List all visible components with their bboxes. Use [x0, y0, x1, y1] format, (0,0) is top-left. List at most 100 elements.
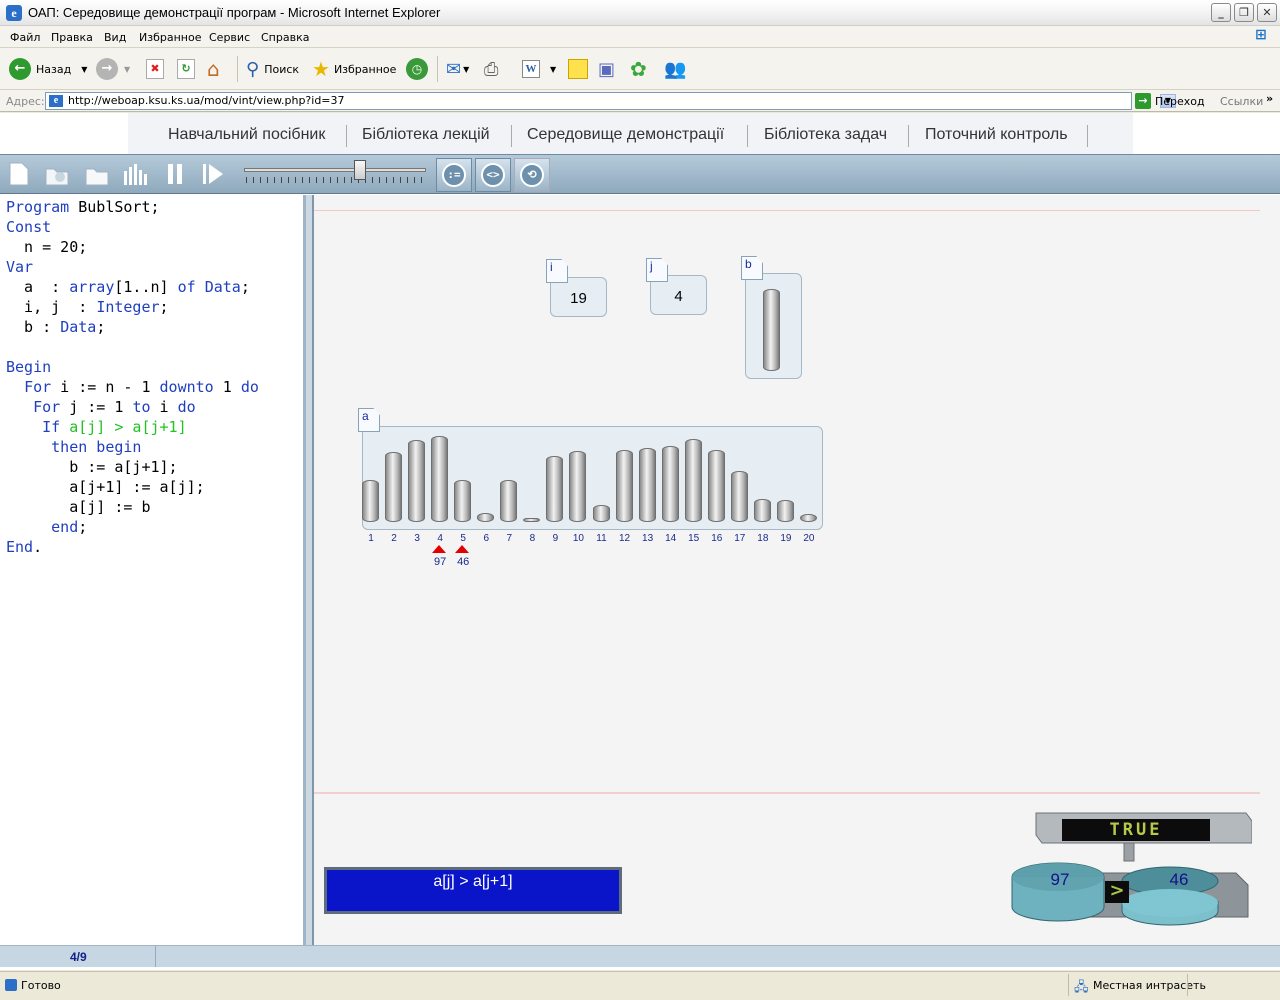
menu-favorites[interactable]: Избранное — [139, 31, 201, 44]
code-line: Program BublSort; — [6, 197, 160, 217]
speed-slider-ticks — [246, 177, 426, 183]
array-index-label: 11 — [596, 533, 607, 544]
browser-toolbar: ← Назад ▼ → ▼ ✖ ↻ ⌂ ⚲ Поиск ★ Избранное … — [0, 48, 1280, 90]
code-text: b := a[j+1]; — [6, 458, 178, 476]
status-divider — [1187, 974, 1188, 996]
dropdown-icon: ▼ — [550, 64, 557, 74]
nav-current-control[interactable]: Поточний контроль — [925, 126, 1068, 144]
back-arrow-icon: ← — [9, 58, 31, 80]
stop-button[interactable]: ✖ — [146, 57, 164, 81]
right-gutter — [1260, 195, 1280, 945]
menu-tools[interactable]: Сервис — [209, 31, 250, 44]
array-bar — [661, 446, 679, 522]
comparator-result: TRUE — [1109, 820, 1163, 840]
home-button[interactable]: ⌂ — [207, 57, 220, 81]
nav-tutorial[interactable]: Навчальний посібник — [168, 126, 325, 144]
array-index-label: 16 — [711, 533, 723, 544]
edit-button[interactable]: W ▼ — [522, 57, 556, 81]
condition-text: a[j] > a[j+1] — [433, 873, 513, 890]
status-divider — [1068, 974, 1069, 996]
new-file-icon[interactable] — [6, 161, 32, 187]
back-button[interactable]: ← Назад ▼ — [9, 57, 87, 81]
close-window-button[interactable]: ✕ — [1257, 3, 1277, 22]
status-ready: Готово — [21, 979, 61, 992]
search-icon: ⚲ — [246, 58, 260, 80]
array-index-label: 9 — [552, 533, 559, 544]
history-button[interactable]: ◷ — [406, 57, 428, 81]
nav-lectures[interactable]: Бібліотека лекцій — [362, 126, 490, 144]
comparator-left-value: 97 — [1050, 870, 1070, 889]
folder-icon[interactable] — [84, 161, 110, 187]
code-line: a : array[1..n] of Data; — [6, 277, 250, 297]
menu-file[interactable]: Файл — [10, 31, 40, 44]
messenger-button[interactable]: 👥 — [664, 57, 686, 81]
view-list-button[interactable]: := — [436, 158, 472, 192]
pointer-arrow — [455, 545, 470, 553]
pause-icon[interactable] — [162, 161, 188, 187]
minimize-button[interactable]: _ — [1211, 3, 1231, 22]
code-text: [1..n] — [114, 278, 178, 296]
array-bar — [707, 450, 725, 522]
array-index-label: 15 — [688, 533, 700, 544]
code-line: i, j : Integer; — [6, 297, 169, 317]
code-line: Begin — [6, 357, 51, 377]
array-index-label: 14 — [665, 533, 677, 544]
status-zone: Местная интрасеть — [1093, 979, 1206, 992]
code-text: a[j+1] := a[j]; — [6, 478, 205, 496]
code-keyword: array — [69, 278, 115, 296]
mail-button[interactable]: ✉ ▼ — [446, 57, 469, 81]
window-title-bar[interactable]: e ОАП: Середовище демонстрації програм -… — [0, 0, 1280, 26]
dropdown-icon: ▼ — [81, 64, 88, 74]
maximize-button[interactable]: ❐ — [1234, 3, 1254, 22]
array-bar — [569, 451, 587, 522]
view-code-button[interactable]: <> — [475, 158, 511, 192]
research-button[interactable]: ▣ — [598, 57, 615, 81]
code-text: n = 20; — [6, 238, 88, 256]
favorites-button[interactable]: ★ Избранное — [312, 57, 396, 81]
page-icon: e — [49, 95, 63, 107]
code-line: end; — [6, 517, 87, 537]
messenger-icon: 👥 — [664, 58, 687, 80]
page-content: Навчальний посібник Бібліотека лекцій Се… — [0, 113, 1280, 970]
go-button[interactable]: → Переход — [1135, 93, 1205, 109]
forward-button[interactable]: → ▼ — [96, 57, 130, 81]
nav-demo-environment[interactable]: Середовище демонстрації — [527, 126, 724, 144]
icq-button[interactable]: ✿ — [630, 57, 647, 81]
nav-tasks[interactable]: Бібліотека задач — [764, 126, 887, 144]
speed-slider-track[interactable] — [244, 168, 426, 172]
code-keyword: Begin — [6, 358, 52, 376]
array-bar — [431, 436, 449, 522]
step-counter: 4/9 — [70, 950, 87, 964]
code-keyword: do — [177, 398, 196, 416]
menu-edit[interactable]: Правка — [51, 31, 93, 44]
nav-separator — [747, 125, 748, 147]
links-button[interactable]: Ссылки — [1220, 95, 1263, 108]
view-refresh-button[interactable]: ⟲ — [514, 158, 550, 192]
array-index-label: 7 — [506, 533, 513, 544]
code-text: . — [33, 538, 43, 556]
code-keyword: Data — [204, 278, 241, 296]
discuss-button[interactable] — [568, 57, 588, 81]
speed-slider-thumb[interactable] — [354, 160, 367, 180]
code-text: ; — [240, 278, 250, 296]
search-button[interactable]: ⚲ Поиск — [246, 57, 299, 81]
code-keyword: then begin — [51, 438, 142, 456]
menu-view[interactable]: Вид — [104, 31, 126, 44]
address-input[interactable]: e http://weboap.ksu.ks.ua/mod/vint/view.… — [45, 92, 1176, 110]
print-button[interactable]: ⎙ — [484, 57, 498, 81]
bars-chart-icon[interactable] — [122, 161, 148, 187]
code-pane: Program BublSort; Const n = 20; Var a : ar… — [0, 195, 306, 945]
code-text: b : — [6, 318, 61, 336]
code-line: For j := 1 to i do — [6, 397, 196, 417]
menu-help[interactable]: Справка — [261, 31, 309, 44]
play-step-icon[interactable] — [200, 161, 226, 187]
refresh-button[interactable]: ↻ — [177, 57, 195, 81]
array-bar — [408, 440, 426, 522]
chevron-right-icon[interactable]: » — [1266, 92, 1273, 105]
code-keyword: End — [6, 538, 34, 556]
array-index-label: 13 — [642, 533, 654, 544]
code-text: i — [150, 398, 178, 416]
open-file-icon[interactable] — [44, 161, 70, 187]
